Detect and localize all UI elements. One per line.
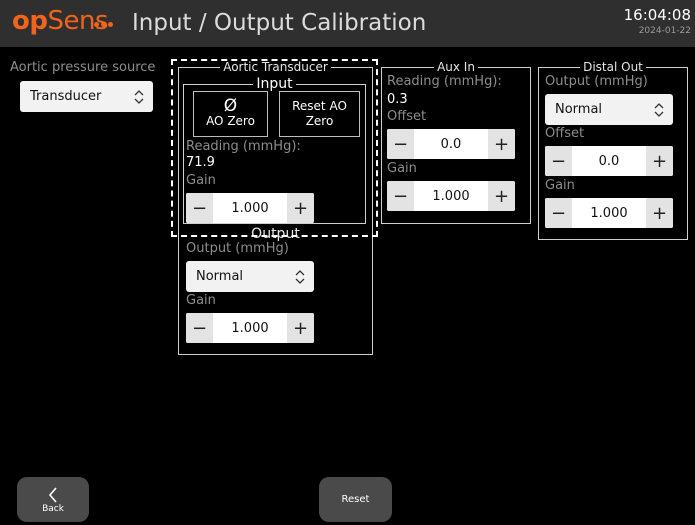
output-gain-plus-button[interactable]: +: [287, 313, 314, 343]
clock-date: 2024-01-22: [638, 26, 691, 36]
chevron-left-icon: [48, 486, 57, 503]
aortic-source-value: Transducer: [30, 89, 102, 104]
clock-time: 16:04:08: [623, 6, 691, 24]
aux-offset-minus-button[interactable]: −: [387, 129, 414, 159]
opsens-logo: opSens: [12, 6, 109, 36]
distal-offset-label: Offset: [545, 126, 585, 141]
distal-gain-value: 1.000: [572, 198, 646, 228]
distal-out-title: Distal Out: [580, 60, 646, 74]
aux-gain-stepper[interactable]: − 1.000 +: [387, 181, 515, 211]
aortic-pressure-source-select[interactable]: Transducer: [20, 81, 153, 112]
chevron-updown-icon: [295, 269, 305, 284]
chevron-updown-icon: [654, 102, 664, 117]
aux-gain-minus-button[interactable]: −: [387, 181, 414, 211]
aortic-pressure-source-label: Aortic pressure source: [10, 60, 156, 75]
distal-offset-minus-button[interactable]: −: [545, 146, 572, 176]
distal-gain-stepper[interactable]: − 1.000 +: [545, 198, 673, 228]
aux-in-title: Aux In: [434, 60, 478, 74]
back-button[interactable]: Back: [17, 477, 89, 522]
header-bar: opSens Input / Output Calibration 16:04:…: [0, 0, 695, 47]
aortic-output-select[interactable]: Normal: [186, 261, 314, 292]
output-gain-stepper[interactable]: − 1.000 +: [186, 313, 314, 343]
distal-output-select[interactable]: Normal: [545, 94, 673, 125]
distal-gain-minus-button[interactable]: −: [545, 198, 572, 228]
output-label: Output (mmHg): [186, 241, 289, 256]
aux-offset-value: 0.0: [414, 129, 488, 159]
back-label: Back: [42, 503, 64, 514]
distal-gain-label: Gain: [545, 178, 575, 193]
aux-offset-label: Offset: [387, 109, 427, 124]
aux-reading-label: Reading (mmHg):: [387, 74, 502, 89]
aux-gain-label: Gain: [387, 161, 417, 176]
aux-offset-stepper[interactable]: − 0.0 +: [387, 129, 515, 159]
distal-gain-plus-button[interactable]: +: [646, 198, 673, 228]
output-gain-minus-button[interactable]: −: [186, 313, 213, 343]
highlight-frame: [171, 59, 378, 237]
aortic-output-value: Normal: [196, 269, 244, 284]
distal-offset-value: 0.0: [572, 146, 646, 176]
reset-button[interactable]: Reset: [319, 477, 392, 522]
distal-offset-stepper[interactable]: − 0.0 +: [545, 146, 673, 176]
distal-output-label: Output (mmHg): [545, 74, 648, 89]
aux-reading-value: 0.3: [387, 92, 408, 107]
reset-label: Reset: [341, 494, 370, 505]
chevron-updown-icon: [134, 89, 144, 104]
logo-dots-icon: [94, 12, 116, 27]
output-gain-label: Gain: [186, 293, 216, 308]
aux-offset-plus-button[interactable]: +: [488, 129, 515, 159]
distal-output-value: Normal: [555, 102, 603, 117]
aux-gain-value: 1.000: [414, 181, 488, 211]
page-title: Input / Output Calibration: [132, 10, 427, 36]
output-gain-value: 1.000: [213, 313, 287, 343]
distal-offset-plus-button[interactable]: +: [646, 146, 673, 176]
aux-gain-plus-button[interactable]: +: [488, 181, 515, 211]
